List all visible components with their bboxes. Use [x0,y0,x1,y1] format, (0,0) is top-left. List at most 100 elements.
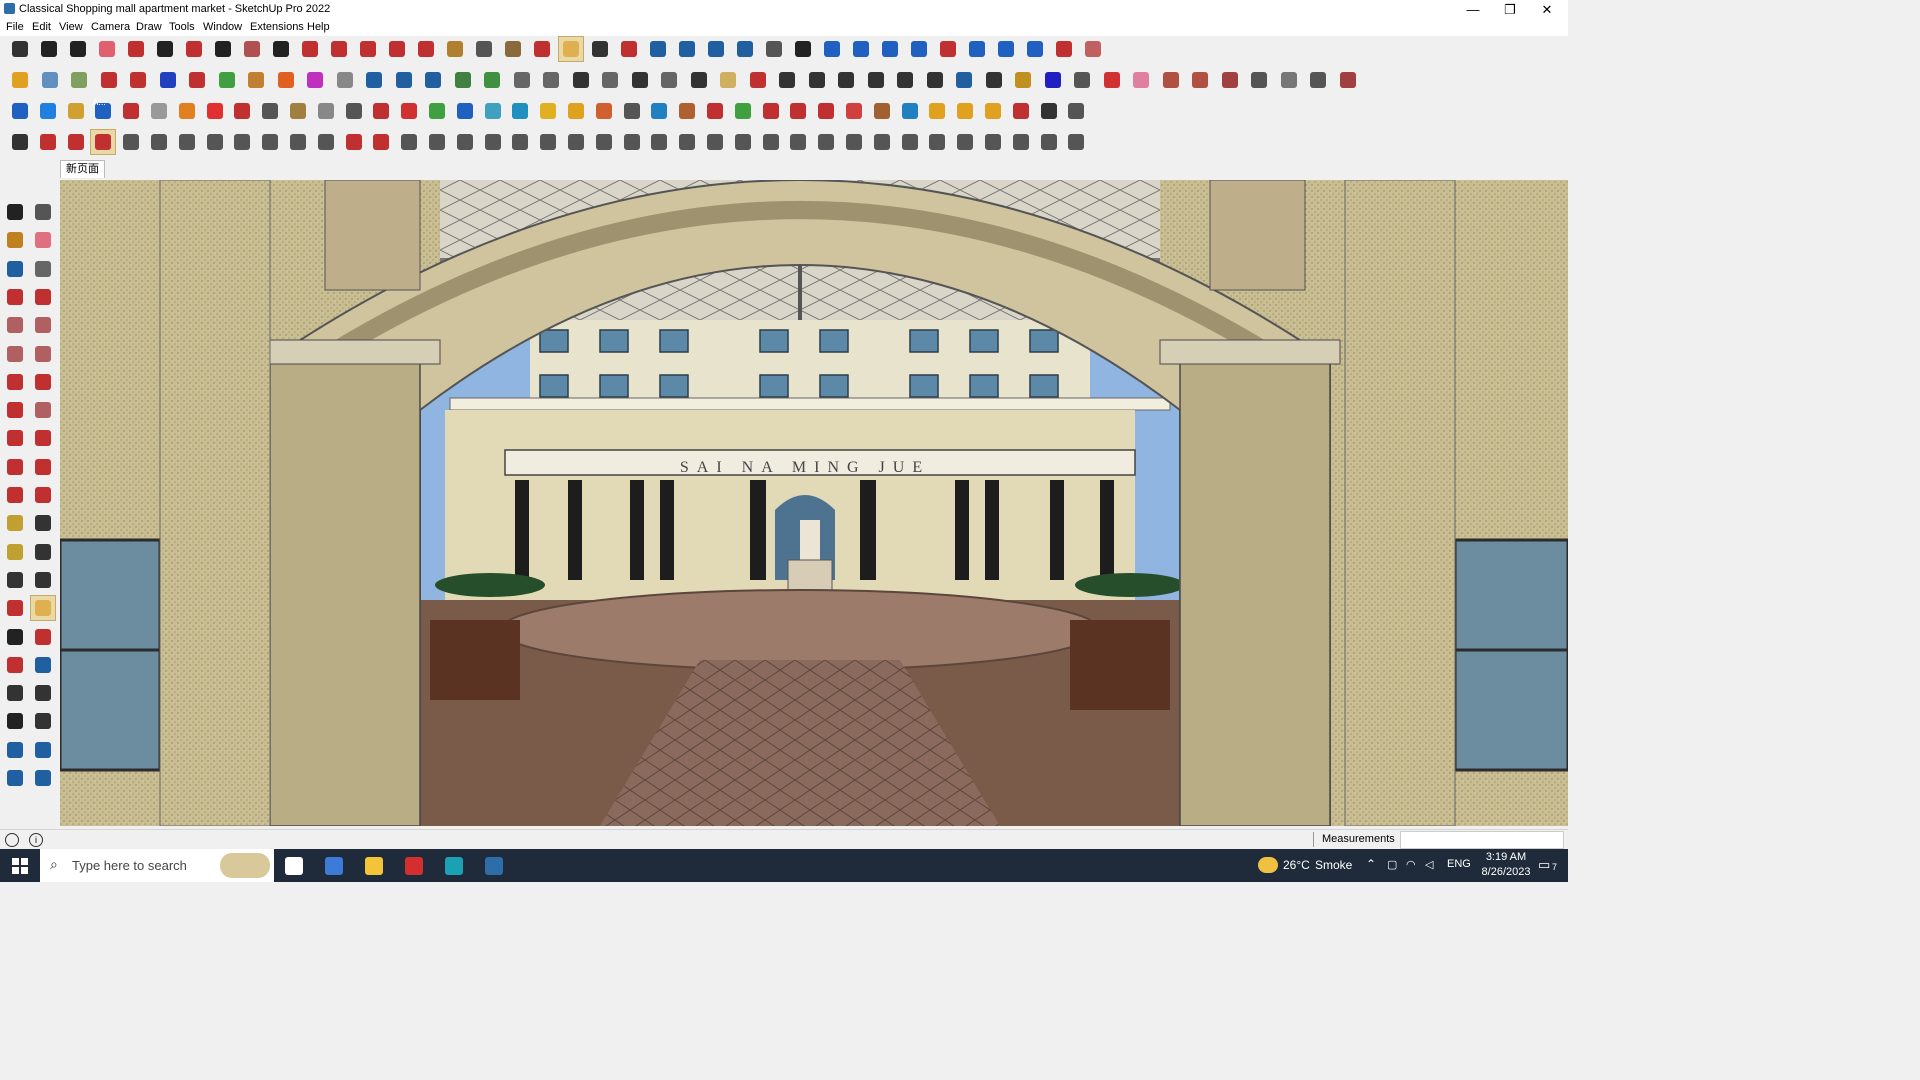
plugin-button[interactable] [481,99,505,123]
pan-button[interactable] [558,36,584,62]
plugin-button[interactable] [536,99,560,123]
paint-bucket-button[interactable] [3,228,27,252]
tool-button[interactable] [675,130,699,154]
plugin-button[interactable] [147,99,171,123]
warehouse-button[interactable] [820,37,844,61]
tool-button[interactable] [981,130,1005,154]
edge-button[interactable] [362,68,386,92]
view-button[interactable] [303,68,327,92]
plugin-button[interactable] [342,99,366,123]
text-button[interactable] [31,540,55,564]
plugin-button[interactable] [925,99,949,123]
view-button[interactable] [244,68,268,92]
tool-button[interactable] [1064,130,1088,154]
scale-button[interactable] [3,483,27,507]
dropdown-arrow-button[interactable] [791,37,815,61]
taskbar-search-box[interactable]: ⌕ Type here to search [40,849,274,882]
dropdown-arrow-button[interactable] [66,37,90,61]
sketchup-taskbar-button[interactable] [476,852,512,879]
zoom-button[interactable] [3,625,27,649]
edge-button[interactable] [392,68,416,92]
cube-button[interactable] [67,68,91,92]
restore-button[interactable]: ❐ [1492,0,1528,19]
tool-button[interactable] [508,130,532,154]
tool-button[interactable] [425,130,449,154]
cube-button[interactable] [38,68,62,92]
plugin-button[interactable] [592,99,616,123]
tool-button[interactable] [36,130,60,154]
select-button[interactable] [3,200,27,224]
material-button[interactable] [1277,68,1301,92]
dropdown-arrow-button[interactable] [269,37,293,61]
axes-button[interactable] [3,568,27,592]
user-account-button[interactable] [762,37,786,61]
push-pull-button[interactable] [298,37,322,61]
tool-button[interactable] [286,130,310,154]
extension-warehouse-button[interactable] [849,37,873,61]
menu-tools[interactable]: Tools [169,21,195,33]
plugin-button[interactable] [64,99,88,123]
freehand-button[interactable] [31,285,55,309]
lasso-button[interactable] [182,37,206,61]
line-button[interactable] [3,285,27,309]
menu-camera[interactable]: Camera [91,21,130,33]
plugin-button[interactable] [703,99,727,123]
shape-button[interactable] [805,68,829,92]
tool-button[interactable] [1037,130,1061,154]
follow-me-button[interactable] [31,455,55,479]
section-plane-button[interactable] [675,37,699,61]
zoom-window-button[interactable] [588,37,612,61]
follow-me-button[interactable] [327,37,351,61]
house-button[interactable] [657,68,681,92]
push-pull-button[interactable] [97,68,121,92]
notification-icon[interactable]: ▭ [1538,857,1550,873]
house-button[interactable] [510,68,534,92]
material-button[interactable] [1218,68,1242,92]
position-camera-button[interactable] [3,681,27,705]
tape-measure-button[interactable] [3,511,27,535]
plugin-button[interactable] [981,99,1005,123]
undo-button[interactable] [1023,37,1047,61]
shape-button[interactable] [775,68,799,92]
tool-button[interactable] [898,130,922,154]
tag-button[interactable] [716,68,740,92]
view-button[interactable] [215,68,239,92]
section-fill-button[interactable] [733,37,757,61]
sort-button[interactable] [907,37,931,61]
plugin-button[interactable]: A... [91,97,115,123]
menu-extensions[interactable]: Extensions [250,21,304,33]
eraser-button[interactable] [95,37,119,61]
tool-button[interactable] [453,130,477,154]
dimension-button[interactable] [31,511,55,535]
font-button[interactable] [687,68,711,92]
close-button[interactable]: ✕ [1529,0,1565,19]
previous-view-button[interactable] [31,653,55,677]
plugin-button[interactable] [397,99,421,123]
task-view-taskbar-button[interactable] [276,852,312,879]
offset-button[interactable] [31,483,55,507]
send-to-layout-button[interactable] [878,37,902,61]
weather-temp[interactable]: 26°C [1283,858,1310,872]
plugin-button[interactable] [898,99,922,123]
plugin-button[interactable] [1064,99,1088,123]
tool-button[interactable] [314,130,338,154]
dropdown-arrow-button[interactable] [153,37,177,61]
3dsmax-taskbar-button[interactable] [436,852,472,879]
chevron-up-icon[interactable]: ⌃ [1366,857,1376,871]
plugin-button[interactable] [870,99,894,123]
tool-button[interactable] [814,130,838,154]
material-button[interactable] [1336,68,1360,92]
tool-button[interactable] [481,130,505,154]
3d-text-button[interactable] [31,568,55,592]
material-button[interactable] [1159,68,1183,92]
tool-button[interactable] [119,130,143,154]
plugin-button[interactable] [620,99,644,123]
view-button[interactable] [274,68,298,92]
rectangle-button[interactable] [3,313,27,337]
tool-button[interactable] [64,130,88,154]
tool-button[interactable] [759,130,783,154]
zoom-window-button[interactable] [31,625,55,649]
display-section-fill-button[interactable] [3,766,27,790]
move-button[interactable] [356,37,380,61]
protractor-button[interactable] [3,540,27,564]
